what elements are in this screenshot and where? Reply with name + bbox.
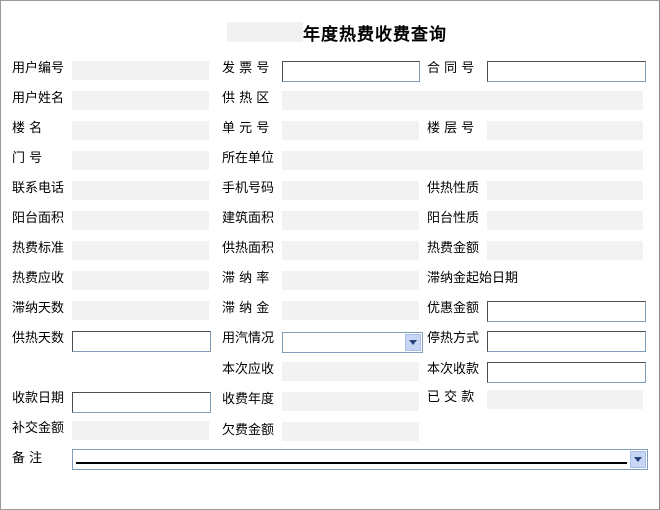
chevron-down-icon[interactable] (630, 451, 646, 468)
remark-underline (76, 462, 627, 464)
mobile-value (282, 181, 419, 200)
door-no-value (72, 151, 209, 170)
label-steam-usage: 用汽情况 (222, 331, 275, 346)
unit-no-value (282, 121, 419, 140)
label-user-name: 用户姓名 (12, 91, 65, 106)
label-makeup-amount: 补交金额 (12, 421, 65, 436)
label-late-rate: 滞 纳 率 (222, 271, 270, 286)
company-value (282, 151, 643, 170)
floor-no-value (487, 121, 643, 140)
label-invoice-no: 发 票 号 (222, 61, 270, 76)
label-late-days: 滞纳天数 (12, 301, 65, 316)
fee-amount-value (487, 241, 643, 260)
remark-select[interactable] (72, 449, 648, 470)
page-title: 年度热费收费查询 (303, 25, 447, 45)
heating-type-value (487, 181, 643, 200)
paid-value (487, 390, 643, 409)
receipt-date-input[interactable] (72, 392, 211, 413)
label-fee-year: 收费年度 (222, 392, 275, 407)
user-no-value (72, 61, 209, 80)
building-value (72, 121, 209, 140)
label-current-due: 本次应收 (222, 362, 275, 377)
label-fee-standard: 热费标准 (12, 241, 65, 256)
label-company: 所在单位 (222, 151, 275, 166)
stop-method-input[interactable] (487, 331, 646, 352)
label-heating-type: 供热性质 (427, 181, 480, 196)
fee-year-value (282, 392, 419, 411)
heating-days-input[interactable] (72, 331, 211, 352)
label-late-fee: 滞 纳 金 (222, 301, 270, 316)
label-building: 楼 名 (12, 121, 43, 136)
label-building-area: 建筑面积 (222, 211, 275, 226)
label-heating-days: 供热天数 (12, 331, 65, 346)
owed-amount-value (282, 422, 419, 441)
label-discount: 优惠金额 (427, 301, 480, 316)
current-received-input[interactable] (487, 362, 646, 383)
contract-no-input[interactable] (487, 61, 646, 82)
label-fee-amount: 热费金额 (427, 241, 480, 256)
label-paid: 已 交 款 (427, 390, 475, 405)
label-heat-area: 供热面积 (222, 241, 275, 256)
user-name-value (72, 91, 209, 110)
label-receipt-date: 收款日期 (12, 391, 65, 406)
label-stop-method: 停热方式 (427, 331, 480, 346)
label-late-start-date: 滞纳金起始日期 (427, 271, 519, 286)
fee-standard-value (72, 241, 209, 260)
label-floor-no: 楼 层 号 (427, 121, 475, 136)
balcony-area-value (72, 211, 209, 230)
label-contract-no: 合 同 号 (427, 61, 475, 76)
late-days-value (72, 301, 209, 320)
phone-value (72, 181, 209, 200)
balcony-type-value (487, 211, 643, 230)
label-user-no: 用户编号 (12, 61, 65, 76)
fee-due-value (72, 271, 209, 290)
label-remark: 备 注 (12, 451, 43, 466)
label-heating-area: 供 热 区 (222, 91, 270, 106)
discount-input[interactable] (487, 301, 646, 322)
label-fee-due: 热费应收 (12, 271, 65, 286)
label-balcony-area: 阳台面积 (12, 211, 65, 226)
heating-area-value (282, 91, 643, 110)
current-due-value (282, 362, 419, 381)
label-door-no: 门 号 (12, 151, 43, 166)
late-fee-value (282, 301, 419, 320)
label-phone: 联系电话 (12, 181, 65, 196)
label-unit-no: 单 元 号 (222, 121, 270, 136)
late-rate-value (282, 271, 419, 290)
steam-usage-select[interactable] (282, 332, 423, 353)
makeup-amount-value (72, 421, 209, 440)
label-current-received: 本次收款 (427, 362, 480, 377)
label-balcony-type: 阳台性质 (427, 211, 480, 226)
chevron-down-icon[interactable] (405, 334, 421, 351)
label-mobile: 手机号码 (222, 181, 275, 196)
heat-area-value (282, 241, 419, 260)
invoice-no-input[interactable] (282, 61, 420, 82)
title-placeholder (227, 22, 303, 42)
building-area-value (282, 211, 419, 230)
label-owed-amount: 欠费金额 (222, 423, 275, 438)
